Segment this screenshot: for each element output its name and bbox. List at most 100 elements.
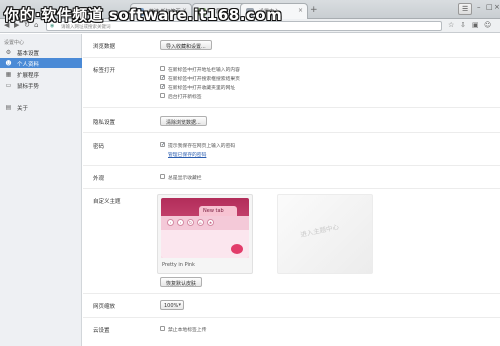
puzzle-icon	[198, 8, 206, 16]
checkbox-background-tab[interactable]: 后台打开新标签	[160, 93, 202, 100]
sidebar-item-label: 个人资料	[17, 62, 40, 68]
sidebar-item-gestures[interactable]: ▭ 鼠标手势	[0, 80, 82, 91]
tab-settings[interactable]: 设置中心 ×	[240, 3, 308, 19]
theme-center-card[interactable]: 进入主题中心	[277, 194, 373, 274]
sidebar-item-profile[interactable]: ☻ 个人资料	[0, 58, 82, 68]
sidebar-title: 设置中心	[4, 40, 25, 46]
theme-preview-tab: New tab	[199, 206, 237, 216]
minimize-icon[interactable]: –	[477, 3, 481, 11]
forward-icon: ›	[177, 219, 184, 226]
checkbox[interactable]: ✓	[160, 75, 165, 81]
tab-label: 简洁 新标签页	[149, 9, 181, 15]
sidebar-item-label: 关于	[17, 106, 29, 112]
checkbox-label: 禁止本地标签上传	[168, 328, 207, 333]
section-label-theme: 自定义主题	[93, 199, 121, 205]
page-icon: ◉	[50, 23, 55, 29]
sidebar-item-label: 鼠标手势	[17, 84, 40, 90]
puzzle-icon: ▦	[5, 70, 12, 78]
section-label-tabs: 标签打开	[93, 68, 116, 74]
user-icon: ☻	[5, 59, 12, 67]
home-icon[interactable]: ⌂	[34, 21, 38, 29]
restore-default-theme-button[interactable]: 恢复默认皮肤	[160, 277, 203, 287]
theme-card-pink[interactable]: New tab ‹ › ↻ ⌂ ★ Pretty in Pink	[157, 194, 253, 274]
manage-passwords-link[interactable]: 管理已保存的密码	[168, 151, 206, 158]
chevron-down-icon: ▾	[178, 302, 181, 308]
star-icon: ★	[207, 219, 214, 226]
close-icon[interactable]: ×	[298, 7, 303, 14]
checkbox-open-search[interactable]: ✓ 在新标签中打开搜索框搜索结果页	[160, 75, 240, 82]
title-bar: 简洁 新标签页 × 扩展中心 × 设置中心 × + – □ ×	[0, 0, 500, 19]
address-bar[interactable]: ◉ 请输入网址或搜索关键词	[46, 21, 442, 31]
checkbox-label: 后台打开新标签	[168, 95, 202, 100]
section-label-zoom: 网页缩放	[93, 304, 116, 310]
gear-icon: ⚙	[5, 48, 12, 56]
tab-label: 扩展中心	[211, 9, 232, 15]
maximize-icon[interactable]: □	[486, 3, 493, 11]
theme-center-text: 进入主题中心	[299, 223, 340, 239]
sidebar-item-about[interactable]: ▤ 关于	[0, 102, 82, 113]
theme-preview-toolbar	[161, 216, 249, 230]
settings-content: 浏览数据 导入收藏和设置... 标签打开 在新标签中打开地址栏输入的内容 ✓ 在…	[83, 34, 500, 346]
divider	[83, 107, 500, 108]
section-label-appearance: 外观	[93, 176, 105, 182]
checkbox-show-bookmarks-bar[interactable]: 总是显示收藏栏	[160, 174, 202, 181]
zoom-select[interactable]: 100% ▾	[160, 300, 184, 310]
checkbox-label: 在新标签中打开搜索框搜索结果页	[168, 77, 240, 82]
checkbox-save-password[interactable]: ✓ 提示我保存在网页上输入的密码	[160, 142, 235, 149]
new-tab-button[interactable]: +	[310, 5, 318, 15]
import-bookmarks-button[interactable]: 导入收藏和设置...	[160, 40, 212, 50]
star-icon[interactable]: ☆	[448, 21, 454, 29]
navigation-bar: ◀ ▶ ↻ ⌂ ◉ 请输入网址或搜索关键词 ☆ ⇩ ▣ ☺	[0, 19, 500, 33]
theme-name: Pretty in Pink	[162, 262, 195, 268]
info-icon: ▤	[5, 103, 12, 111]
download-icon[interactable]: ⇩	[460, 21, 466, 29]
address-text: 请输入网址或搜索关键词	[61, 25, 111, 30]
extension-icon[interactable]: ▣	[472, 21, 479, 29]
checkbox[interactable]	[160, 174, 165, 179]
checkbox-label: 提示我保存在网页上输入的密码	[168, 144, 236, 149]
section-label-privacy: 隐私设置	[93, 120, 116, 126]
user-icon[interactable]: ☺	[484, 21, 491, 29]
checkbox[interactable]: ✓	[160, 142, 165, 148]
checkbox-no-upload[interactable]: 禁止本地标签上传	[160, 326, 206, 333]
refresh-icon[interactable]: ↻	[24, 21, 30, 29]
sidebar: 设置中心 ⚙ 基本设置 ☻ 个人资料 ▦ 扩展程序 ▭ 鼠标手势 ▤ 关于	[0, 34, 82, 346]
divider	[83, 188, 500, 189]
close-icon[interactable]: ×	[182, 7, 187, 14]
gear-icon	[246, 8, 254, 16]
flower-icon	[231, 244, 243, 254]
menu-button[interactable]	[458, 3, 472, 15]
clear-data-button[interactable]: 清除浏览数据...	[160, 116, 207, 126]
checkbox-open-bookmarks[interactable]: ✓ 在新标签中打开收藏夹里的网址	[160, 84, 235, 91]
sidebar-item-basic[interactable]: ⚙ 基本设置	[0, 47, 82, 58]
checkbox-label: 总是显示收藏栏	[168, 176, 202, 181]
section-label-browse-data: 浏览数据	[93, 44, 116, 50]
tab-label: 设置中心	[259, 9, 280, 15]
divider	[83, 293, 500, 294]
forward-icon[interactable]: ▶	[14, 21, 19, 29]
checkbox[interactable]	[160, 66, 165, 71]
mouse-icon: ▭	[5, 81, 12, 89]
divider	[83, 165, 500, 166]
refresh-icon: ↻	[187, 219, 194, 226]
divider	[83, 317, 500, 318]
theme-preview: New tab ‹ › ↻ ⌂ ★	[161, 198, 249, 258]
section-label-cloud: 云设置	[93, 328, 110, 334]
divider	[83, 57, 500, 58]
zoom-value: 100%	[164, 303, 179, 309]
sidebar-item-extensions[interactable]: ▦ 扩展程序	[0, 69, 82, 80]
checkbox-label: 在新标签中打开收藏夹里的网址	[168, 86, 236, 91]
checkbox[interactable]	[160, 93, 165, 98]
sidebar-item-label: 基本设置	[17, 51, 40, 57]
tab-new-tab[interactable]: 简洁 新标签页 ×	[130, 3, 192, 19]
checkbox[interactable]	[160, 326, 165, 331]
checkbox[interactable]: ✓	[160, 84, 165, 90]
home-icon: ⌂	[197, 219, 204, 226]
close-window-icon[interactable]: ×	[494, 3, 500, 11]
page-icon	[136, 8, 144, 16]
sidebar-item-label: 扩展程序	[17, 73, 40, 79]
checkbox-label: 在新标签中打开地址栏输入的内容	[168, 68, 240, 73]
divider	[83, 132, 500, 133]
back-icon[interactable]: ◀	[4, 21, 9, 29]
checkbox-open-address[interactable]: 在新标签中打开地址栏输入的内容	[160, 66, 240, 73]
